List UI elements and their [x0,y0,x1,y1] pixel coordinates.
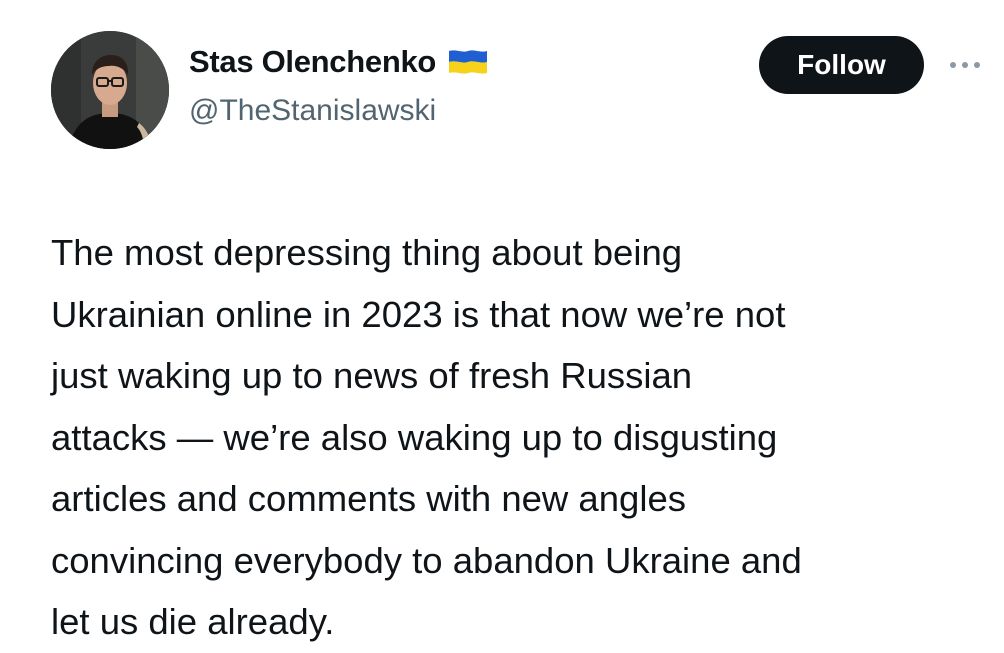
tweet-text: The most depressing thing about being Uk… [51,222,986,653]
avatar-image [51,31,169,149]
more-options-icon[interactable] [945,50,985,80]
tweet-text-line: Ukrainian online in 2023 is that now we’… [51,293,786,335]
author-name-row: Stas Olenchenko [189,44,488,80]
tweet-text-line: attacks — we’re also waking up to disgus… [51,416,778,458]
follow-button[interactable]: Follow [759,36,924,94]
tweet-card: Stas Olenchenko @TheStanislawski Follow … [0,0,1004,649]
ukraine-flag-icon [448,48,488,76]
tweet-text-line: let us die already. [51,601,335,642]
avatar[interactable] [51,31,169,149]
tweet-text-line: articles and comments with new angles [51,478,686,519]
tweet-text-line: The most depressing thing about being [51,232,683,273]
author-display-name[interactable]: Stas Olenchenko [189,44,436,80]
author-handle[interactable]: @TheStanislawski [189,94,436,128]
tweet-text-line: just waking up to news of fresh Russian [51,355,693,396]
tweet-text-line: convincing everybody to abandon Ukraine … [51,539,802,581]
